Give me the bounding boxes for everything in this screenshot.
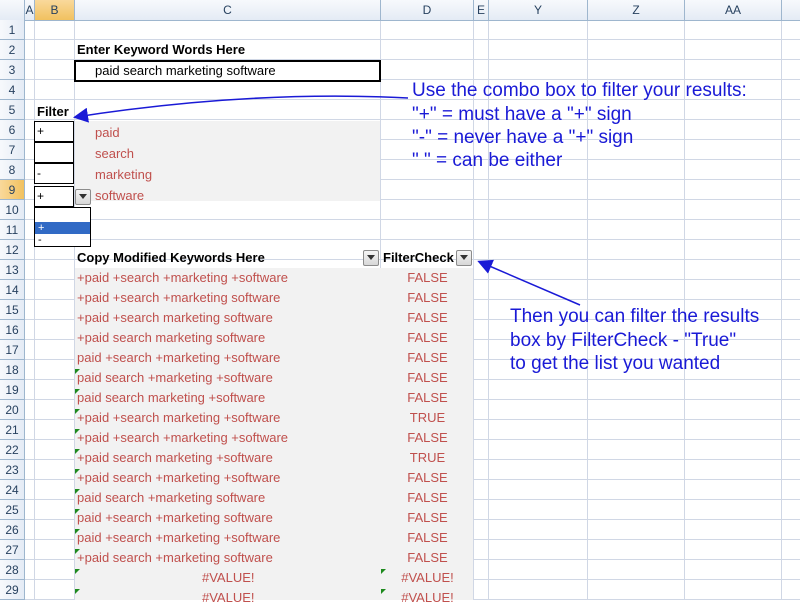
annotation-arrows: [73, 95, 581, 306]
arrow-to-filter: [73, 95, 409, 123]
arrow-to-filtercheck: [477, 259, 581, 306]
